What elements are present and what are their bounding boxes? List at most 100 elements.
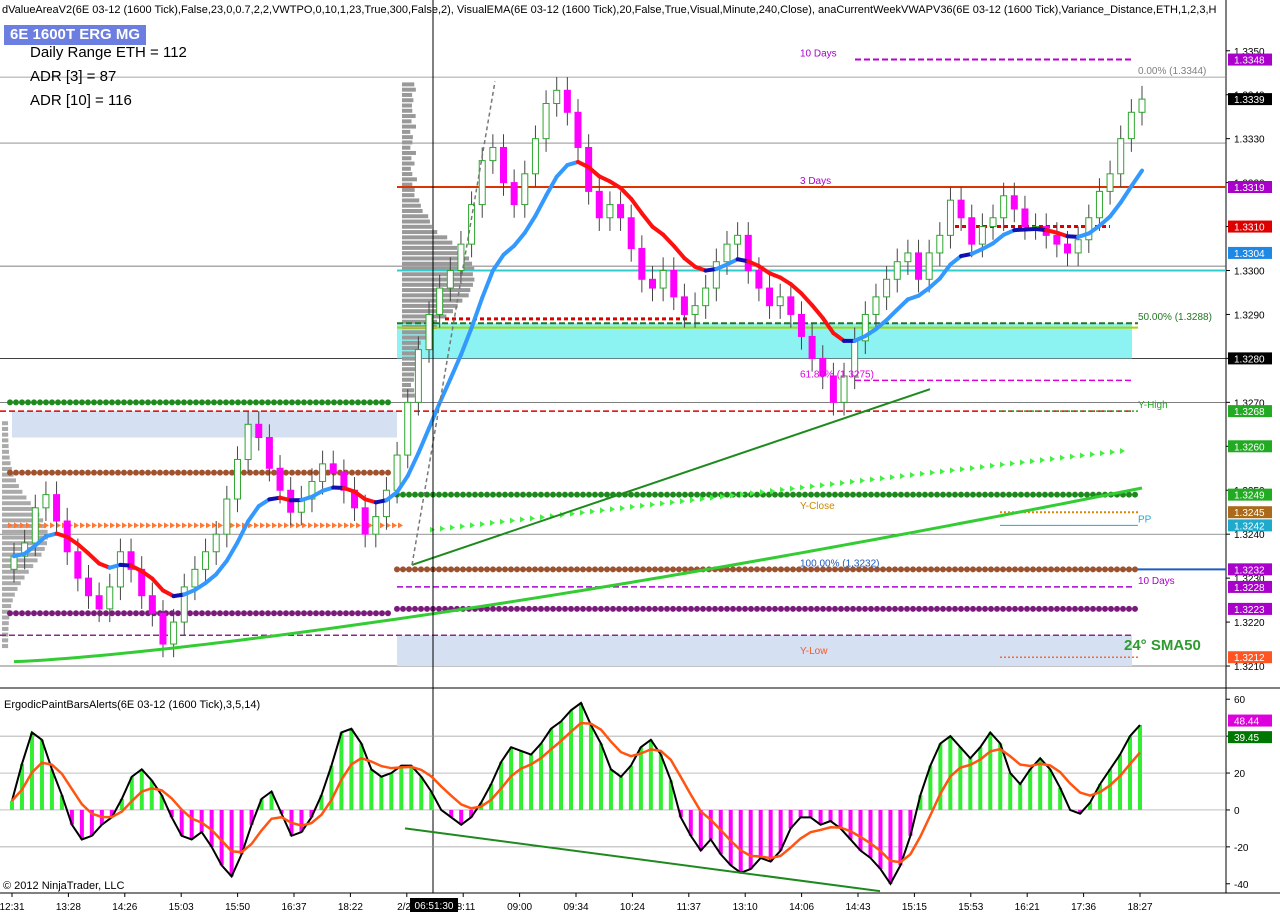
- vwap-dot-lower: [229, 610, 235, 616]
- trend-triangle: [1080, 453, 1085, 459]
- trend-triangle-prev: [158, 522, 163, 528]
- ema-segment: [493, 255, 504, 271]
- vwap-dot-mid: [289, 470, 295, 476]
- vwap-dot-upper-2: [820, 492, 826, 498]
- vwap-dot-upper-2: [916, 492, 922, 498]
- trend-triangle: [530, 515, 535, 521]
- trend-triangle-prev: [44, 522, 49, 528]
- vwap-dot-upper-2: [664, 492, 670, 498]
- volume-profile-bar: [402, 162, 414, 166]
- trend-triangle: [900, 473, 905, 479]
- vwap-dot-mid-2: [538, 566, 544, 572]
- vwap-dot-mid: [373, 470, 379, 476]
- candle-body: [32, 508, 38, 543]
- trend-triangle: [440, 526, 445, 532]
- vwap-dot-lower-2: [988, 606, 994, 612]
- candle-body: [75, 552, 81, 578]
- vwap-dot-upper-2: [1036, 492, 1042, 498]
- ergodic-bar: [579, 703, 583, 810]
- vwap-dot-upper: [229, 399, 235, 405]
- candle-body: [522, 174, 528, 205]
- vwap-dot-lower: [25, 610, 31, 616]
- vwap-dot-mid-2: [580, 566, 586, 572]
- vwap-dot-lower-2: [1114, 606, 1120, 612]
- vwap-dot-lower: [361, 610, 367, 616]
- volume-profile-bar-prev: [2, 598, 13, 602]
- vwap-dot-lower-2: [586, 606, 592, 612]
- vwap-dot-upper-2: [1126, 492, 1132, 498]
- volume-profile-bar-prev: [2, 438, 8, 442]
- ema-segment: [1131, 171, 1142, 187]
- vwap-dot-lower-2: [580, 606, 586, 612]
- candle-body: [809, 336, 815, 358]
- vwap-dot-lower-2: [922, 606, 928, 612]
- vwap-dot-mid-2: [526, 566, 532, 572]
- vwap-dot-lower-2: [946, 606, 952, 612]
- vwap-dot-upper-2: [994, 492, 1000, 498]
- vwap-dot-mid-2: [946, 566, 952, 572]
- vwap-dot-upper-2: [802, 492, 808, 498]
- vwap-dot-lower-2: [928, 606, 934, 612]
- vwap-dot-mid-2: [1096, 566, 1102, 572]
- volume-profile-bar-prev: [2, 587, 17, 591]
- vwap-dot-mid: [103, 470, 109, 476]
- candle-body: [660, 271, 666, 289]
- vwap-dot-upper-2: [472, 492, 478, 498]
- trend-triangle: [1020, 459, 1025, 465]
- vwap-dot-lower-2: [862, 606, 868, 612]
- vwap-dot-upper-2: [874, 492, 880, 498]
- vwap-dot-lower-2: [508, 606, 514, 612]
- candle-body: [107, 587, 113, 609]
- vwap-dot-mid-2: [730, 566, 736, 572]
- ergodic-bar: [769, 810, 773, 862]
- vwap-dot-mid-2: [1054, 566, 1060, 572]
- level-label: 100.00% (1.3232): [800, 558, 880, 569]
- vwap-dot-upper-2: [784, 492, 790, 498]
- trend-triangle: [780, 487, 785, 493]
- vwap-dot-mid-2: [562, 566, 568, 572]
- vwap-dot-lower-2: [424, 606, 430, 612]
- candle-body: [405, 402, 411, 455]
- vwap-dot-mid-2: [790, 566, 796, 572]
- vwap-dot-mid-2: [952, 566, 958, 572]
- candle-body: [501, 147, 507, 182]
- vwap-dot-upper: [7, 399, 13, 405]
- vwap-dot-upper-2: [592, 492, 598, 498]
- vwap-dot-lower-2: [1078, 606, 1084, 612]
- vwap-dot-mid: [271, 470, 277, 476]
- vwap-dot-mid: [199, 470, 205, 476]
- candle-body: [256, 424, 262, 437]
- price-tick-label: 1.3330: [1234, 135, 1265, 146]
- vwap-dot-mid: [217, 470, 223, 476]
- symbol-badge[interactable]: 6E 1600T ERG MG: [4, 25, 146, 45]
- vwap-dot-lower-2: [856, 606, 862, 612]
- vwap-dot-lower-2: [532, 606, 538, 612]
- trend-triangle: [520, 517, 525, 523]
- price-marker-label: 1.3249: [1234, 491, 1265, 502]
- ergodic-bar: [569, 710, 573, 810]
- vwap-dot-mid-2: [460, 566, 466, 572]
- vwap-dot-upper: [385, 399, 391, 405]
- trend-triangle: [1060, 455, 1065, 461]
- vwap-dot-lower: [385, 610, 391, 616]
- candle-body: [639, 249, 645, 280]
- vwap-dot-lower: [307, 610, 313, 616]
- time-tick-label: 09:00: [507, 902, 532, 913]
- vwap-dot-upper-2: [460, 492, 466, 498]
- level-label: PP: [1138, 514, 1152, 525]
- trend-triangle-prev: [50, 522, 55, 528]
- vwap-dot-lower-2: [892, 606, 898, 612]
- ergodic-bar: [868, 810, 872, 858]
- ergodic-bar: [339, 732, 343, 810]
- candle-body: [234, 459, 240, 499]
- ema-segment: [674, 246, 685, 258]
- volume-profile-bar: [402, 109, 412, 113]
- vwap-dot-upper: [235, 399, 241, 405]
- ergodic-bar: [1108, 769, 1112, 810]
- vwap-dot-mid-2: [958, 566, 964, 572]
- vwap-dot-mid: [43, 470, 49, 476]
- vwap-dot-mid-2: [604, 566, 610, 572]
- vwap-dot-lower-2: [994, 606, 1000, 612]
- vwap-dot-lower: [91, 610, 97, 616]
- ema-segment: [408, 453, 419, 476]
